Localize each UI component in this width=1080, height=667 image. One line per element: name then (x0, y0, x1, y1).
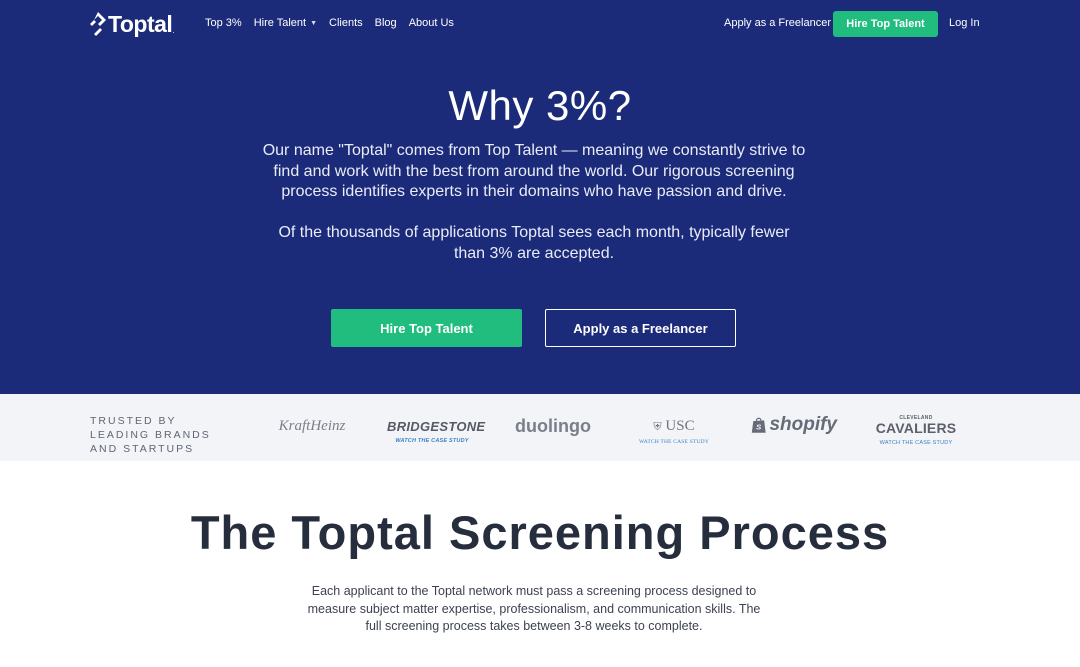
primary-nav-links: Top 3% Hire Talent ▼ Clients Blog About … (205, 17, 454, 29)
brand-logo-duolingo: duolingo (513, 416, 593, 437)
usc-case-study-link[interactable]: WATCH THE CASE STUDY (633, 439, 715, 445)
nav-link-clients[interactable]: Clients (329, 17, 363, 29)
logo-dot: . (172, 25, 175, 35)
brand-logo-usc[interactable]: ⛨ USC WATCH THE CASE STUDY (633, 418, 715, 445)
bridgestone-case-study-link[interactable]: WATCH THE CASE STUDY (387, 438, 477, 444)
shopify-bag-icon: S (751, 417, 766, 433)
brand-name-cavaliers: CAVALIERS (875, 420, 957, 436)
cavaliers-case-study-link[interactable]: WATCH THE CASE STUDY (875, 440, 957, 446)
brand-name-usc-text: USC (665, 418, 695, 434)
brand-logo-kraftheinz: KraftHeinz (272, 418, 352, 435)
hero-apply-freelancer-button[interactable]: Apply as a Freelancer (545, 309, 736, 347)
nav-link-about-us[interactable]: About Us (409, 17, 454, 29)
toptal-logo-icon (90, 12, 106, 36)
hero-paragraph-2: Of the thousands of applications Toptal … (278, 224, 790, 262)
brand-logo-shopify: S shopify (751, 414, 837, 436)
nav-login-link[interactable]: Log In (949, 17, 980, 29)
top-navigation: Toptal . Top 3% Hire Talent ▼ Clients Bl… (0, 0, 1080, 48)
logo-wordmark: Toptal (108, 10, 173, 37)
nav-hire-top-talent-button[interactable]: Hire Top Talent (833, 11, 938, 37)
screening-section-title: The Toptal Screening Process (190, 506, 890, 559)
usc-shield-icon: ⛨ (653, 421, 662, 433)
nav-link-hire-talent-label: Hire Talent (253, 17, 307, 29)
nav-apply-freelancer-link[interactable]: Apply as a Freelancer (724, 17, 831, 29)
brand-name-usc: ⛨ USC (633, 418, 715, 435)
brand-name-kraftheinz: KraftHeinz (278, 418, 346, 434)
brand-name-shopify: shopify (769, 414, 837, 435)
trusted-brands-bar: TRUSTED BY LEADING BRANDS AND STARTUPS K… (0, 394, 1080, 461)
toptal-logo[interactable]: Toptal . (90, 11, 175, 37)
brand-logo-bridgestone[interactable]: BRIDGESTONE WATCH THE CASE STUDY (387, 419, 486, 444)
trusted-brands-label-text: TRUSTED BY LEADING BRANDS AND STARTUPS (90, 415, 211, 455)
trusted-brands-label: TRUSTED BY LEADING BRANDS AND STARTUPS (90, 414, 240, 456)
nav-link-hire-talent[interactable]: Hire Talent ▼ (254, 17, 317, 29)
hero-paragraph-1: Our name "Toptal" comes from Top Talent … (262, 142, 806, 200)
chevron-down-icon: ▼ (310, 19, 318, 27)
nav-link-top-3[interactable]: Top 3% (205, 17, 242, 29)
brand-logo-cavaliers[interactable]: CLEVELAND CAVALIERS WATCH THE CASE STUDY (875, 415, 957, 446)
nav-link-blog[interactable]: Blog (375, 17, 397, 29)
hero-hire-top-talent-button[interactable]: Hire Top Talent (331, 309, 522, 347)
screening-section-description: Each applicant to the Toptal network mus… (307, 584, 761, 633)
brand-name-duolingo: duolingo (515, 416, 591, 436)
svg-text:S: S (756, 423, 762, 432)
hero-section: Toptal . Top 3% Hire Talent ▼ Clients Bl… (0, 0, 1080, 394)
hero-title: Why 3%? (448, 82, 632, 129)
brand-name-bridgestone: BRIDGESTONE (387, 419, 486, 434)
